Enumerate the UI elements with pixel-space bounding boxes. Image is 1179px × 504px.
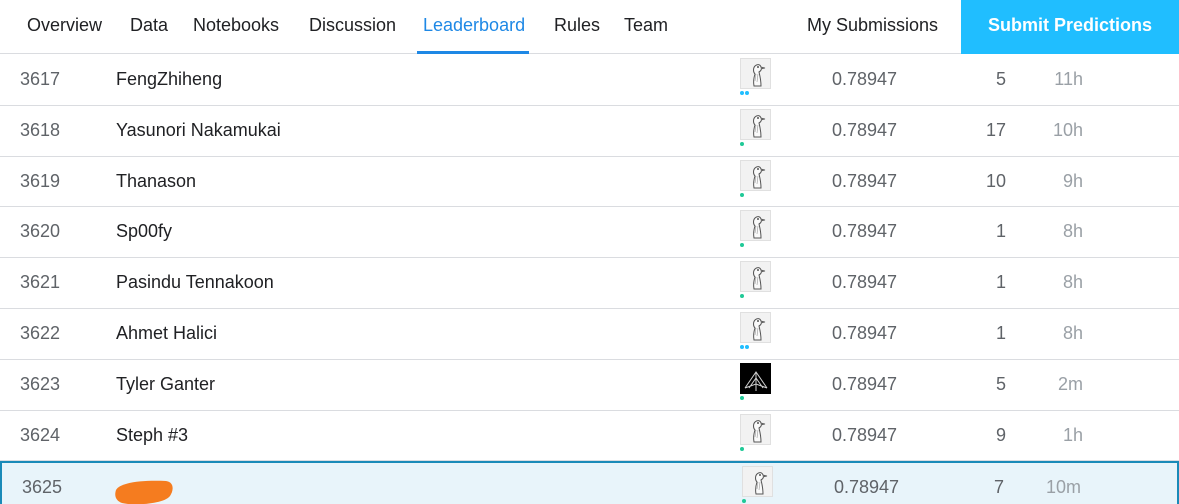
medal-dot-icon bbox=[740, 91, 744, 95]
goose-icon[interactable] bbox=[740, 210, 771, 242]
team-members bbox=[742, 499, 747, 504]
team-name[interactable]: FengZhiheng bbox=[116, 55, 222, 103]
entries-count: 5 bbox=[995, 373, 1006, 394]
rank: 3619 bbox=[20, 170, 61, 191]
goose-icon[interactable] bbox=[740, 261, 771, 293]
goose-icon[interactable] bbox=[742, 466, 773, 498]
medal-dot-icon bbox=[740, 344, 744, 349]
medal-dot-icon bbox=[742, 499, 746, 504]
entries-count: 5 bbox=[995, 69, 1006, 89]
last-submission: 10m bbox=[1045, 477, 1081, 498]
entries-count: 1 bbox=[995, 221, 1006, 242]
team-name[interactable]: Ahmet Halici bbox=[116, 309, 217, 357]
goose-icon[interactable] bbox=[740, 108, 771, 140]
team-name[interactable]: Yasunori Nakamukai bbox=[116, 106, 281, 154]
team-members bbox=[740, 243, 745, 249]
team-members bbox=[740, 294, 745, 300]
entries-count: 1 bbox=[995, 272, 1006, 293]
leaderboard-row-current-user[interactable]: 3625 0.78947 7 10m bbox=[0, 461, 1179, 504]
team-name[interactable]: Sp00fy bbox=[116, 207, 172, 255]
medal-dot-icon bbox=[740, 141, 744, 146]
rank: 3623 bbox=[20, 373, 61, 394]
last-submission: 8h bbox=[1062, 322, 1083, 343]
tab-team[interactable]: Team bbox=[624, 0, 668, 54]
tab-rules[interactable]: Rules bbox=[554, 0, 600, 54]
score: 0.78947 bbox=[832, 322, 898, 343]
tab-overview[interactable]: Overview bbox=[27, 0, 102, 54]
last-submission: 8h bbox=[1062, 272, 1083, 293]
rank: 3617 bbox=[20, 69, 61, 89]
medal-dot-icon bbox=[745, 344, 749, 349]
team-members bbox=[740, 446, 745, 453]
last-submission: 9h bbox=[1062, 170, 1083, 191]
score: 0.78947 bbox=[834, 477, 900, 498]
medal-dot-icon bbox=[740, 446, 744, 451]
medal-dot-icon bbox=[740, 192, 744, 197]
team-members bbox=[740, 344, 750, 351]
last-submission: 10h bbox=[1052, 119, 1083, 140]
score: 0.78947 bbox=[832, 170, 898, 191]
competition-nav: Overview Data Notebooks Discussion Leade… bbox=[0, 0, 1179, 54]
rank: 3620 bbox=[20, 221, 61, 242]
rank: 3624 bbox=[20, 424, 61, 445]
entries-count: 9 bbox=[995, 424, 1006, 445]
geometric-avatar-icon[interactable] bbox=[740, 362, 771, 394]
team-members bbox=[740, 141, 745, 148]
medal-dot-icon bbox=[740, 395, 744, 400]
leaderboard-row[interactable]: 3621 Pasindu Tennakoon 0.78947 1 8h bbox=[0, 258, 1179, 309]
score: 0.78947 bbox=[832, 424, 898, 445]
team-members bbox=[740, 192, 745, 199]
team-name[interactable]: Pasindu Tennakoon bbox=[116, 258, 274, 306]
leaderboard-row[interactable]: 3618 Yasunori Nakamukai 0.78947 17 10h bbox=[0, 106, 1179, 157]
rank: 3625 bbox=[22, 477, 63, 498]
tab-leaderboard[interactable]: Leaderboard bbox=[416, 0, 530, 54]
last-submission: 1h bbox=[1062, 424, 1083, 445]
entries-count: 7 bbox=[993, 477, 1004, 498]
rank: 3622 bbox=[20, 322, 61, 343]
score: 0.78947 bbox=[832, 221, 898, 242]
my-submissions-link[interactable]: My Submissions bbox=[807, 0, 938, 54]
goose-icon[interactable] bbox=[740, 413, 771, 445]
team-name[interactable]: Thanason bbox=[116, 157, 196, 205]
score: 0.78947 bbox=[832, 373, 898, 394]
tab-notebooks[interactable]: Notebooks bbox=[193, 0, 279, 54]
goose-icon[interactable] bbox=[740, 311, 771, 343]
score: 0.78947 bbox=[832, 272, 898, 293]
leaderboard-table: 3617 FengZhiheng 0.78947 5 11h 3618 Yasunori N… bbox=[0, 55, 1179, 504]
last-submission: 11h bbox=[1054, 69, 1083, 89]
entries-count: 10 bbox=[985, 170, 1006, 191]
leaderboard-row[interactable]: 3620 Sp00fy 0.78947 1 8h bbox=[0, 207, 1179, 259]
tab-data[interactable]: Data bbox=[130, 0, 168, 54]
team-members bbox=[740, 395, 745, 402]
medal-dot-icon bbox=[740, 294, 744, 299]
medal-dot-icon bbox=[740, 243, 744, 248]
goose-icon[interactable] bbox=[740, 58, 771, 89]
leaderboard-row[interactable]: 3617 FengZhiheng 0.78947 5 11h bbox=[0, 55, 1179, 106]
entries-count: 17 bbox=[985, 119, 1006, 140]
leaderboard-row[interactable]: 3623 Tyler Ganter 0.78947 5 2m bbox=[0, 360, 1179, 411]
score: 0.78947 bbox=[832, 69, 898, 89]
leaderboard-row[interactable]: 3619 Thanason 0.78947 10 9h bbox=[0, 157, 1179, 208]
tab-discussion[interactable]: Discussion bbox=[309, 0, 396, 54]
goose-icon[interactable] bbox=[740, 159, 771, 191]
leaderboard-row[interactable]: 3624 Steph #3 0.78947 9 1h bbox=[0, 411, 1179, 462]
score: 0.78947 bbox=[832, 119, 898, 140]
last-submission: 8h bbox=[1062, 221, 1083, 242]
rank: 3621 bbox=[20, 272, 61, 293]
redaction-scribble bbox=[115, 481, 173, 504]
team-members bbox=[740, 91, 750, 97]
leaderboard-row[interactable]: 3622 Ahmet Halici 0.78947 1 8h bbox=[0, 309, 1179, 360]
entries-count: 1 bbox=[995, 322, 1006, 343]
medal-dot-icon bbox=[745, 91, 749, 95]
rank: 3618 bbox=[20, 119, 61, 140]
team-name[interactable]: Tyler Ganter bbox=[116, 360, 215, 408]
team-name[interactable]: Steph #3 bbox=[116, 411, 188, 459]
submit-predictions-button[interactable]: Submit Predictions bbox=[961, 0, 1179, 54]
last-submission: 2m bbox=[1057, 373, 1083, 394]
